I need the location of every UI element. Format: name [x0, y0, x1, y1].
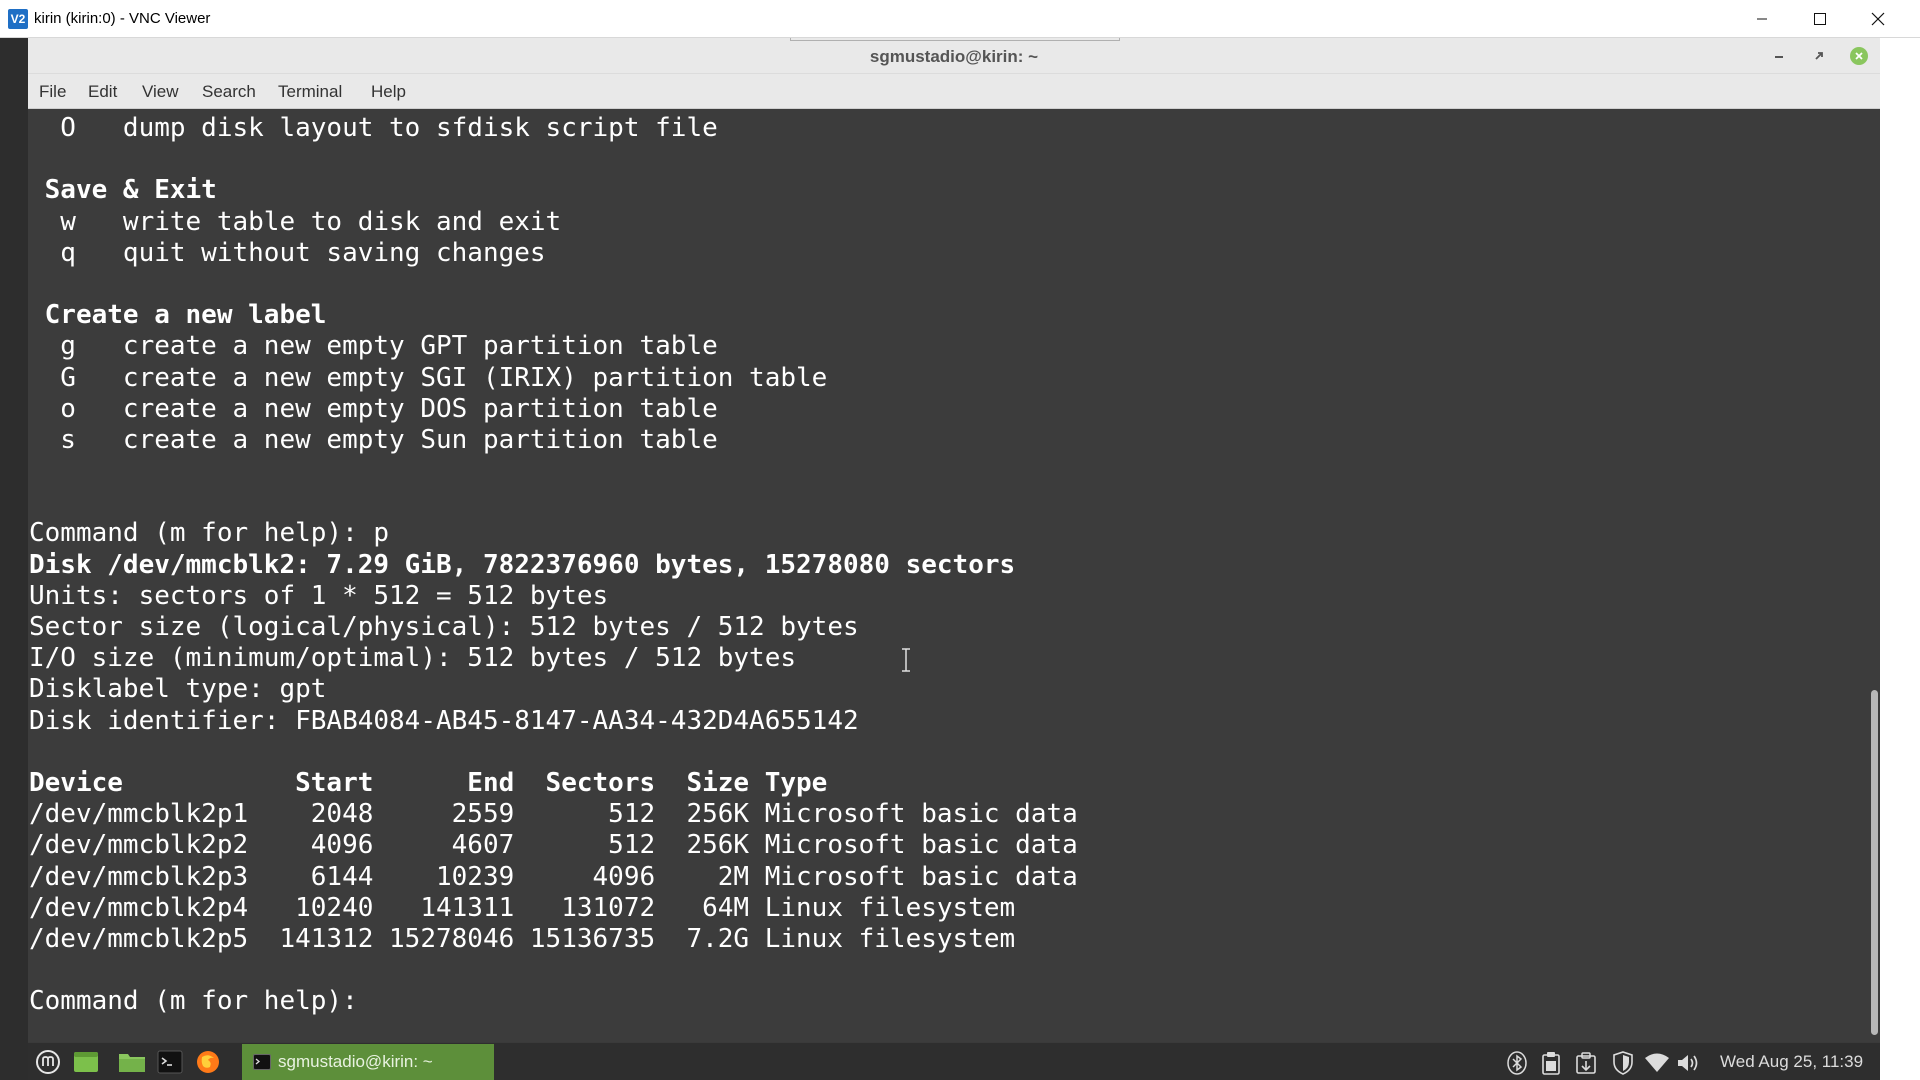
- restore-icon: [1815, 52, 1823, 60]
- terminal-line: Command (m for help): p: [29, 518, 390, 549]
- terminal-scrollbar-thumb[interactable]: [1871, 690, 1878, 1035]
- terminal-line: Device Start End Sectors Size Type: [29, 767, 828, 798]
- remote-desktop-margin: [1880, 38, 1920, 1080]
- update-manager-icon: [1576, 1052, 1596, 1074]
- menu-edit[interactable]: Edit: [88, 82, 117, 102]
- bluetooth-icon: [1507, 1051, 1527, 1075]
- security-tray-button[interactable]: [1610, 1050, 1636, 1076]
- maximize-button[interactable]: [1792, 0, 1848, 38]
- terminal-icon: [253, 1054, 271, 1070]
- terminal-line: Disklabel type: gpt: [29, 674, 327, 705]
- mint-menu-icon: [36, 1050, 60, 1074]
- terminal-line: /dev/mmcblk2p1 2048 2559 512 256K Micros…: [29, 799, 1078, 830]
- minimize-icon: [1775, 56, 1783, 58]
- terminal-launcher-button[interactable]: [156, 1048, 184, 1076]
- show-desktop-button[interactable]: [72, 1048, 100, 1076]
- terminal-line: Sector size (logical/physical): 512 byte…: [29, 612, 859, 642]
- terminal-text: O dump disk layout to sfdisk script file…: [29, 113, 1078, 1017]
- menu-file[interactable]: File: [39, 82, 66, 102]
- minimize-button[interactable]: [1734, 0, 1790, 38]
- terminal-line: Command (m for help):: [29, 986, 374, 1017]
- terminal-icon: [157, 1050, 183, 1074]
- firefox-icon: [197, 1051, 219, 1073]
- terminal-line: o create a new empty DOS partition table: [29, 393, 718, 424]
- terminal-close-button[interactable]: [1849, 46, 1869, 66]
- vnc-logo-icon: V2: [8, 9, 28, 29]
- terminal-line: /dev/mmcblk2p3 6144 10239 4096 2M Micros…: [29, 861, 1078, 892]
- clipboard-icon: [1542, 1052, 1560, 1075]
- terminal-line: /dev/mmcblk2p5 141312 15278046 15136735 …: [29, 923, 1016, 954]
- maximize-icon: [1814, 13, 1826, 25]
- minimize-icon: [1757, 18, 1767, 20]
- show-desktop-icon: [74, 1052, 98, 1072]
- terminal-line: Save & Exit: [29, 175, 217, 206]
- terminal-line: I/O size (minimum/optimal): 512 bytes / …: [29, 643, 797, 674]
- terminal-line: q quit without saving changes: [29, 237, 546, 268]
- wifi-tray-button[interactable]: [1644, 1050, 1670, 1076]
- menu-help[interactable]: Help: [371, 82, 406, 102]
- menu-view[interactable]: View: [142, 82, 179, 102]
- shield-icon: [1613, 1051, 1633, 1075]
- terminal-line: Units: sectors of 1 * 512 = 512 bytes: [29, 580, 609, 611]
- taskbar-window-label: sgmustadio@kirin: ~: [278, 1052, 433, 1071]
- terminal-line: O dump disk layout to sfdisk script file: [29, 113, 718, 143]
- titlebar-tab-outline: [790, 38, 1120, 41]
- clipboard-tray-button[interactable]: [1538, 1050, 1564, 1076]
- vnc-window-title: kirin (kirin:0) - VNC Viewer: [34, 10, 211, 27]
- firefox-button[interactable]: [194, 1048, 222, 1076]
- terminal-line: Create a new label: [29, 300, 327, 331]
- terminal-line: w write table to disk and exit: [29, 206, 562, 237]
- close-circle: [1850, 47, 1868, 65]
- close-icon: [1871, 12, 1885, 26]
- terminal-line: G create a new empty SGI (IRIX) partitio…: [29, 362, 828, 393]
- taskbar: sgmustadio@kirin: ~ Wed Aug 25, 11:39: [28, 1042, 1880, 1080]
- menu-terminal[interactable]: Terminal: [278, 82, 342, 102]
- close-icon: [1855, 52, 1863, 60]
- bluetooth-tray-button[interactable]: [1504, 1050, 1530, 1076]
- terminal-line: /dev/mmcblk2p4 10240 141311 131072 64M L…: [29, 892, 1016, 923]
- terminal-window: sgmustadio@kirin: ~ File Edit View Searc…: [28, 38, 1880, 1042]
- wifi-icon: [1645, 1053, 1669, 1072]
- vnc-titlebar: V2 kirin (kirin:0) - VNC Viewer: [0, 0, 1920, 38]
- terminal-minimize-button[interactable]: [1769, 46, 1789, 66]
- terminal-line: /dev/mmcblk2p2 4096 4607 512 256K Micros…: [29, 830, 1078, 861]
- text-cursor-icon: [902, 648, 910, 672]
- update-manager-tray-button[interactable]: [1573, 1050, 1599, 1076]
- volume-icon: [1678, 1055, 1698, 1071]
- terminal-title: sgmustadio@kirin: ~: [869, 47, 1039, 66]
- files-icon: [119, 1054, 145, 1072]
- terminal-line: s create a new empty Sun partition table: [29, 424, 718, 455]
- terminal-titlebar: sgmustadio@kirin: ~: [28, 38, 1880, 74]
- volume-tray-button[interactable]: [1676, 1050, 1702, 1076]
- terminal-line: g create a new empty GPT partition table: [29, 331, 718, 362]
- remote-desktop: sgmustadio@kirin: ~ File Edit View Searc…: [0, 38, 1920, 1080]
- mint-menu-button[interactable]: [34, 1048, 62, 1076]
- files-button[interactable]: [118, 1048, 146, 1076]
- clock[interactable]: Wed Aug 25, 11:39: [1720, 1052, 1863, 1072]
- terminal-line: Disk /dev/mmcblk2: 7.29 GiB, 7822376960 …: [29, 549, 1016, 580]
- terminal-output[interactable]: O dump disk layout to sfdisk script file…: [28, 109, 1866, 1042]
- terminal-menubar: File Edit View Search Terminal Help: [28, 74, 1880, 109]
- menu-search[interactable]: Search: [202, 82, 256, 102]
- close-button[interactable]: [1850, 0, 1906, 38]
- terminal-line: Disk identifier: FBAB4084-AB45-8147-AA34…: [29, 705, 859, 736]
- terminal-restore-button[interactable]: [1809, 46, 1829, 66]
- taskbar-window-button[interactable]: sgmustadio@kirin: ~: [242, 1044, 494, 1080]
